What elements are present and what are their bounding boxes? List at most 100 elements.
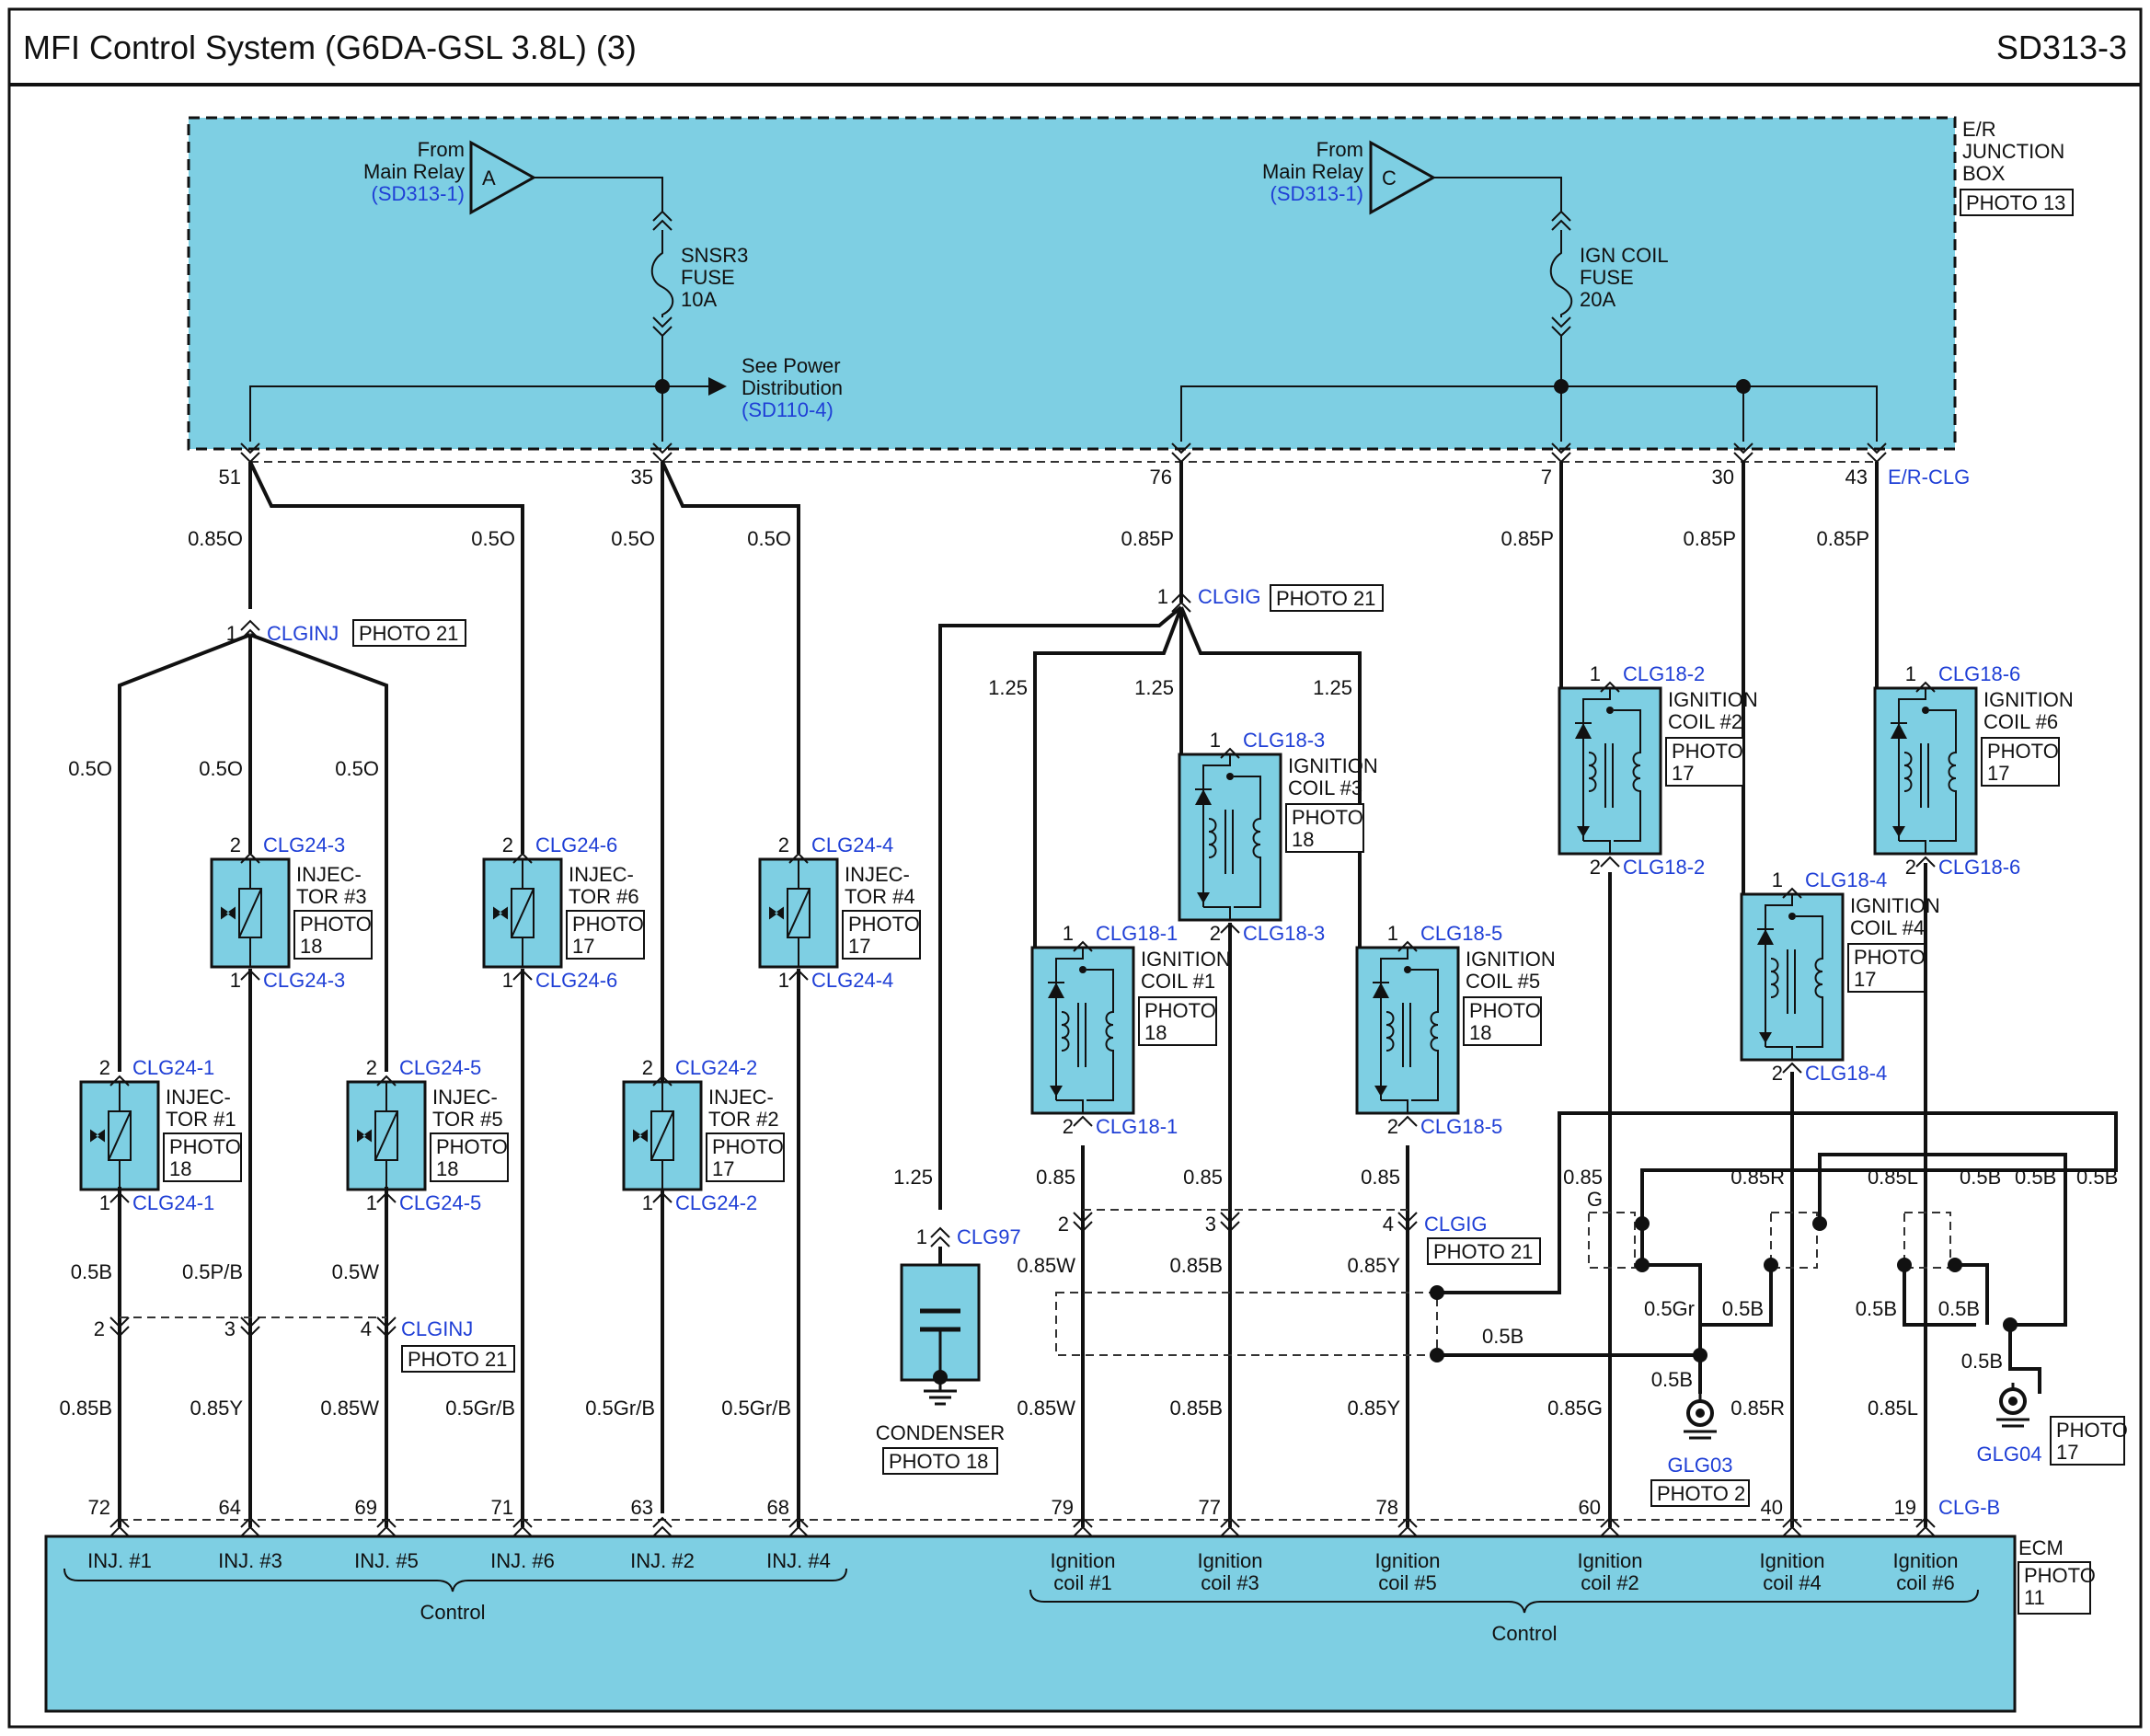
er-connector-name[interactable]: E/R-CLG: [1888, 466, 1970, 489]
ecm-connector-name[interactable]: CLG-B: [1938, 1496, 2000, 1519]
clgig-name[interactable]: CLGIG: [1198, 585, 1260, 608]
coil-top-conn[interactable]: CLG18-6: [1938, 662, 2020, 685]
wire-coil1-upper: 1.25: [988, 676, 1028, 699]
coil-photo-no: 18: [1144, 1021, 1167, 1044]
relay-a-ref[interactable]: (SD313-1): [372, 182, 465, 205]
power-dist-ref[interactable]: (SD110-4): [742, 398, 834, 421]
wire-ecm-78: 0.85Y: [1348, 1397, 1401, 1420]
coil-bot-pin: 2: [1210, 922, 1221, 945]
ecm-inj-label: INJ. #4: [766, 1549, 831, 1572]
ecm-photo: PHOTO: [2024, 1564, 2096, 1587]
ecm-inj-label: INJ. #3: [218, 1549, 282, 1572]
injector-top-conn[interactable]: CLG24-2: [675, 1056, 757, 1079]
er-pin-43: 43: [1845, 466, 1868, 489]
relay-c-ref[interactable]: (SD313-1): [1270, 182, 1363, 205]
clginj-b-photo: PHOTO 21: [408, 1348, 507, 1371]
shield-085l: 0.85L: [1868, 1166, 1918, 1189]
coil-top-conn[interactable]: CLG18-5: [1420, 922, 1502, 945]
wire-coil-76: 0.85P: [1121, 527, 1175, 550]
coil-name-1: IGNITION: [1983, 688, 2074, 711]
clgig-photo: PHOTO 21: [1276, 587, 1375, 610]
injector-photo: PHOTO: [300, 913, 372, 936]
injector-bot-conn[interactable]: CLG24-1: [132, 1191, 214, 1214]
injector-bot-conn[interactable]: CLG24-2: [675, 1191, 757, 1214]
coil-name-1: IGNITION: [1141, 948, 1231, 971]
injector-top-conn[interactable]: CLG24-1: [132, 1056, 214, 1079]
coil-top-conn[interactable]: CLG18-1: [1096, 922, 1178, 945]
injector-name-1: INJEC-: [296, 863, 362, 886]
coil-top-conn[interactable]: CLG18-3: [1243, 729, 1325, 752]
coil-bot-conn[interactable]: CLG18-6: [1938, 856, 2020, 879]
injector-top-conn[interactable]: CLG24-4: [811, 834, 893, 857]
shield-05b-2: 0.5B: [2015, 1166, 2056, 1189]
coil-bot-conn[interactable]: CLG18-2: [1623, 856, 1705, 879]
coil-bot-pin: 2: [1590, 856, 1601, 879]
wire-coil3-upper: 1.25: [1134, 676, 1174, 699]
coil-photo: PHOTO: [1144, 999, 1216, 1022]
gnd-05b-3: 0.5B: [1938, 1297, 1980, 1320]
injector-top-conn[interactable]: CLG24-3: [263, 834, 345, 857]
injector-5: 2 CLG24-2 1 CLG24-2 INJEC-TOR #2 PHOTO17: [622, 1056, 785, 1214]
coil-top-conn[interactable]: CLG18-2: [1623, 662, 1705, 685]
coil-bot-pin: 2: [1905, 856, 1916, 879]
gnd-05b-6: 0.5B: [1961, 1350, 2003, 1373]
coil-bot-conn[interactable]: CLG18-4: [1805, 1062, 1887, 1085]
coil-photo-no: 18: [1292, 828, 1314, 851]
clginj-b-name[interactable]: CLGINJ: [401, 1317, 473, 1340]
injector-bot-conn[interactable]: CLG24-6: [535, 969, 617, 992]
condenser-conn[interactable]: CLG97: [957, 1225, 1021, 1248]
ecm-pin-10: 40: [1761, 1496, 1783, 1519]
injector-name-1: INJEC-: [708, 1086, 774, 1109]
coil-bot-conn[interactable]: CLG18-1: [1096, 1115, 1178, 1138]
wire-condenser: 1.25: [893, 1166, 933, 1189]
coil-bot-conn[interactable]: CLG18-3: [1243, 922, 1325, 945]
wire-ecm-60: 0.85G: [1547, 1397, 1603, 1420]
ground-glg03-name[interactable]: GLG03: [1668, 1454, 1733, 1477]
shield-05b-3: 0.5B: [2076, 1166, 2118, 1189]
injector-photo-no: 17: [848, 935, 870, 958]
clginj-name[interactable]: CLGINJ: [267, 622, 339, 645]
coil-bot-conn[interactable]: CLG18-5: [1420, 1115, 1502, 1138]
condenser-pin: 1: [916, 1225, 927, 1248]
wire-inj6-top: 0.5O: [471, 527, 515, 550]
clgig-b-pin3: 3: [1205, 1213, 1216, 1236]
fuse1-l3: 10A: [681, 288, 717, 311]
wire-coil-30: 0.85P: [1684, 527, 1737, 550]
injector-bot-pin: 1: [230, 969, 241, 992]
injector-photo: PHOTO: [572, 913, 644, 936]
relay-a-from: From: [418, 138, 465, 161]
ecm-coil-label-2: coil #3: [1201, 1571, 1259, 1594]
injector-top-conn[interactable]: CLG24-5: [399, 1056, 481, 1079]
ignition-coil-4: 1 CLG18-2 2 CLG18-2 IGNITIONCOIL #2 PHOTO17: [1558, 662, 1758, 879]
inj-control-label: Control: [420, 1601, 486, 1624]
ecm-inj-label: INJ. #5: [354, 1549, 419, 1572]
gnd-05b-1: 0.5B: [1722, 1297, 1764, 1320]
injector-photo-no: 17: [712, 1157, 734, 1180]
injector-name-1: INJEC-: [432, 1086, 498, 1109]
ignition-coil-3: 1 CLG18-5 2 CLG18-5 IGNITIONCOIL #5 PHOTO18: [1355, 922, 1556, 1138]
ground-glg04-icon: [1996, 1367, 2040, 1428]
coil-name-1: IGNITION: [1668, 688, 1758, 711]
ecm-pin-9: 60: [1579, 1496, 1601, 1519]
injector-bot-conn[interactable]: CLG24-3: [263, 969, 345, 992]
wire-inj5-lower: 0.5W: [332, 1260, 380, 1283]
injector-bot-conn[interactable]: CLG24-5: [399, 1191, 481, 1214]
shield-g: G: [1587, 1188, 1603, 1211]
clgig-b-pin4: 4: [1383, 1213, 1394, 1236]
ground-glg04-name[interactable]: GLG04: [1977, 1443, 2042, 1466]
power-dist-l2: Distribution: [742, 376, 843, 399]
ecm-coil-label-2: coil #5: [1378, 1571, 1437, 1594]
injector-bot-pin: 1: [366, 1191, 377, 1214]
condenser-name: CONDENSER: [876, 1421, 1006, 1444]
relay-c-letter: C: [1382, 167, 1397, 190]
jb-photo: PHOTO 13: [1966, 191, 2065, 214]
injector-top-conn[interactable]: CLG24-6: [535, 834, 617, 857]
wire-coil-7: 0.85P: [1501, 527, 1555, 550]
coil-top-conn[interactable]: CLG18-4: [1805, 868, 1887, 891]
injector-bot-conn[interactable]: CLG24-4: [811, 969, 893, 992]
fuse1-l1: SNSR3: [681, 244, 748, 267]
jb-label-2: JUNCTION: [1962, 140, 2064, 163]
wire-coil1-mid2: 0.85W: [1017, 1254, 1075, 1277]
ecm-pin-3: 71: [491, 1496, 513, 1519]
clgig-b-name[interactable]: CLGIG: [1424, 1213, 1487, 1236]
